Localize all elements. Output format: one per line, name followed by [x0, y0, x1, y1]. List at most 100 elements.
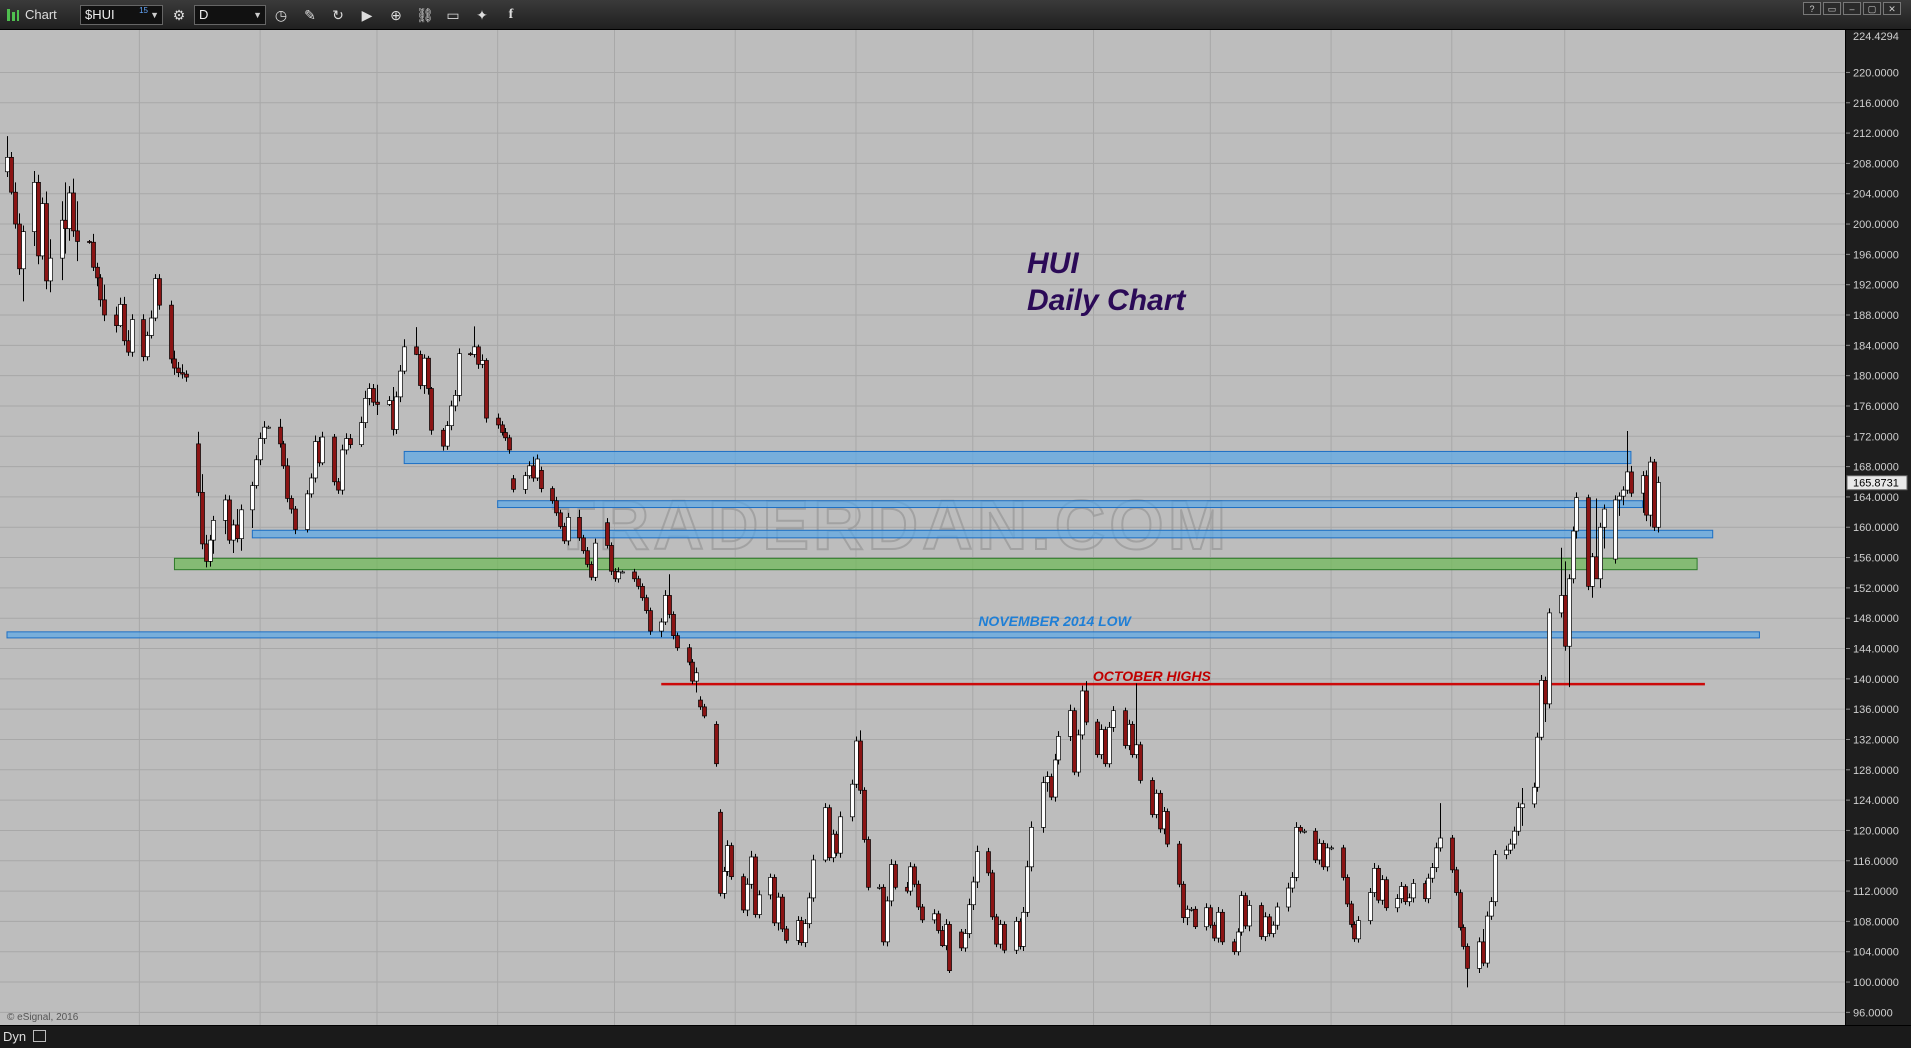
candle-body [1656, 482, 1661, 528]
candle-body [1543, 680, 1548, 705]
candle-body [1368, 892, 1373, 921]
candle-body [359, 422, 364, 445]
candle [44, 191, 49, 290]
candle-body [1080, 690, 1085, 736]
candle-body [912, 866, 917, 885]
candle-body [862, 789, 867, 840]
candle-body [1154, 792, 1159, 815]
candle [593, 538, 598, 582]
candle-body [834, 833, 839, 854]
pencil-icon[interactable]: ✎ [299, 5, 321, 25]
refresh-icon[interactable]: ↻ [327, 5, 349, 25]
candle-body [885, 900, 890, 943]
candle-body [63, 219, 68, 229]
candle-body [1049, 776, 1054, 798]
candle [975, 845, 980, 889]
candle [281, 440, 286, 469]
y-tick-label: 136.0000 [1853, 704, 1899, 716]
candle-body [1056, 736, 1061, 761]
facebook-icon[interactable]: f [500, 5, 522, 25]
y-tick-label: 184.0000 [1853, 340, 1899, 352]
candle [1041, 776, 1046, 833]
candle [811, 854, 816, 902]
candle-body [994, 916, 999, 945]
candle [1450, 834, 1455, 873]
candle [1107, 722, 1112, 768]
candle [663, 590, 668, 626]
symbol-input[interactable]: $HUI 15 ▼ [80, 5, 163, 25]
help-button[interactable]: ? [1803, 2, 1821, 15]
candle-body [554, 500, 559, 514]
restore-button[interactable]: ▭ [1823, 2, 1841, 15]
comment-icon[interactable]: ▭ [442, 5, 464, 25]
candle [908, 862, 913, 896]
y-tick-label: 152.0000 [1853, 583, 1899, 595]
chart-app-icon [6, 7, 20, 23]
candle [986, 847, 991, 876]
candle-body [807, 897, 812, 925]
candle-body [1621, 489, 1626, 497]
candle [1485, 911, 1490, 968]
zoom-icon[interactable]: ⊕ [385, 5, 407, 25]
candle-body [387, 400, 392, 405]
interval-input[interactable]: D ▼ [194, 5, 266, 25]
mode-button[interactable]: Dyn [3, 1028, 46, 1046]
candle-body [1465, 946, 1470, 969]
candle [947, 921, 952, 973]
candle [1516, 802, 1521, 836]
chart-toolbar: Chart $HUI 15 ▼ ⚙ D ▼ ◷ ✎ ↻ ▶ ⊕ ⛓ ▭ ✦ f … [0, 0, 1911, 30]
candle-body [1349, 903, 1354, 925]
candle-body [507, 437, 512, 451]
candle-body [838, 816, 843, 854]
candle [1021, 906, 1026, 951]
candle [1049, 773, 1054, 801]
candle-body [305, 493, 310, 530]
y-tick-label: 156.0000 [1853, 553, 1899, 565]
minimize-button[interactable]: – [1843, 2, 1861, 15]
candle [1477, 937, 1482, 973]
candle-body [176, 367, 181, 373]
link-icon[interactable]: ⛓ [414, 5, 436, 25]
play-icon[interactable]: ▶ [356, 5, 378, 25]
candle-body [558, 512, 563, 527]
candle-body [749, 856, 754, 885]
candle-body [211, 520, 216, 541]
price-chart[interactable]: MarAprMayJunJulAugSepOctNovDec2016FebMar… [0, 30, 1911, 1026]
candle-body [149, 317, 154, 336]
candle-body [1072, 710, 1077, 773]
candle [1193, 906, 1198, 929]
candle-body [254, 459, 259, 486]
candle-body [87, 241, 92, 243]
candle-body [141, 319, 146, 358]
y-tick-label: 172.0000 [1853, 431, 1899, 443]
candle [753, 853, 758, 918]
candle [1014, 916, 1019, 954]
candle-body [17, 223, 22, 270]
candle-body [1372, 867, 1377, 893]
candle [725, 840, 730, 876]
candle-body [644, 597, 649, 611]
candle-body [1232, 941, 1237, 953]
candle [1123, 707, 1128, 749]
zone-band-blue [251, 529, 1714, 539]
candle [1138, 741, 1143, 784]
candle-body [963, 933, 968, 949]
y-tick-label: 200.0000 [1853, 219, 1899, 231]
candle-body [1430, 867, 1435, 879]
maximize-button[interactable]: ▢ [1863, 2, 1881, 15]
symbol-settings-icon[interactable]: ⚙ [168, 5, 190, 25]
clock-icon[interactable]: ◷ [270, 5, 292, 25]
candle-body [1563, 595, 1568, 647]
y-tick-label: 192.0000 [1853, 280, 1899, 292]
candle-body [1103, 729, 1108, 765]
twitter-icon[interactable]: ✦ [471, 5, 493, 25]
y-tick-label: 208.0000 [1853, 158, 1899, 170]
candle [36, 174, 41, 265]
candle [1212, 922, 1217, 942]
candle-body [1130, 723, 1135, 755]
candle-body [1313, 830, 1318, 861]
candle-body [593, 542, 598, 578]
close-button[interactable]: ✕ [1883, 2, 1901, 15]
candle [605, 518, 610, 549]
candle [153, 274, 158, 322]
